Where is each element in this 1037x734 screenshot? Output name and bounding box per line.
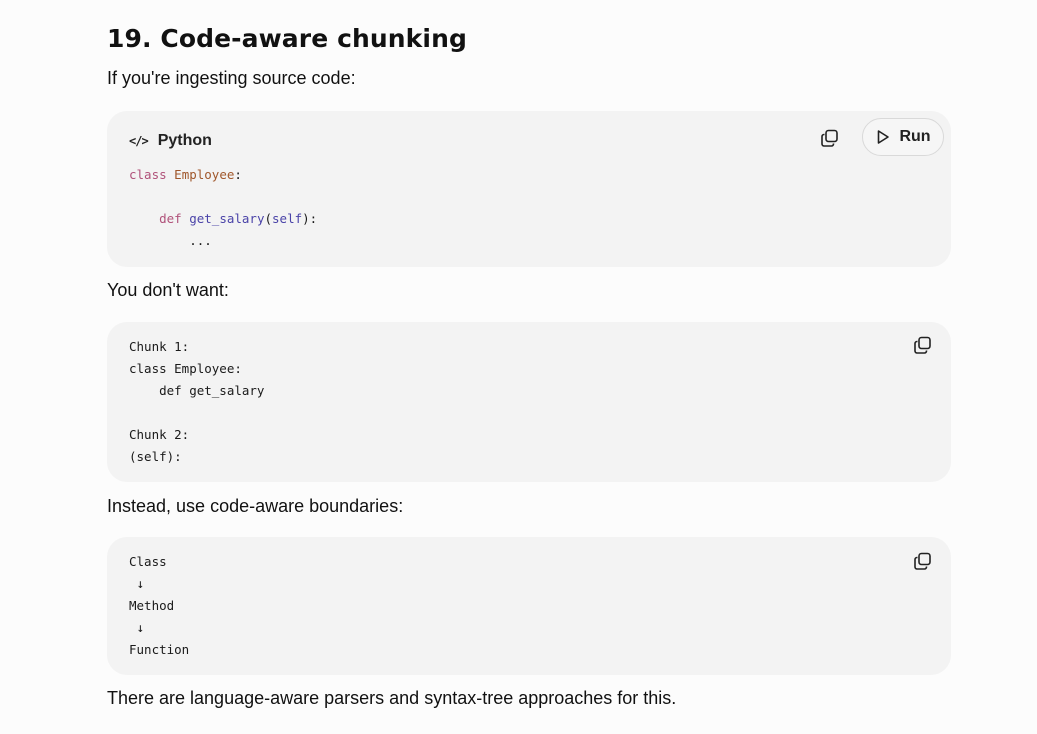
- copy-icon: [914, 552, 931, 570]
- python-code-block: </> Python Run class Employee: def get_s…: [107, 111, 951, 267]
- copy-code-button[interactable]: [912, 334, 934, 356]
- code-token: (: [264, 211, 273, 226]
- code-token: ):: [302, 211, 318, 226]
- run-label: Run: [899, 128, 931, 145]
- code-language-header: </> Python: [129, 129, 212, 153]
- code-icon: </>: [129, 134, 149, 148]
- code-token: :: [234, 167, 242, 182]
- intro-text: If you're ingesting source code:: [107, 68, 356, 88]
- python-code: class Employee: def get_salary(self): ..…: [129, 164, 317, 252]
- play-icon: [878, 130, 890, 144]
- code-token: ...: [189, 233, 212, 248]
- outro-text: There are language-aware parsers and syn…: [107, 688, 677, 708]
- code-token: class: [129, 167, 167, 182]
- boundaries-code-block: Class ↓ Method ↓ Function: [107, 537, 951, 675]
- code-token: def: [159, 211, 182, 226]
- code-token: Employee: [174, 167, 235, 182]
- section-heading: 19. Code-aware chunking: [107, 24, 467, 53]
- chunk-example-code: Chunk 1: class Employee: def get_salary …: [129, 339, 265, 464]
- copy-code-button[interactable]: [912, 550, 934, 572]
- instead-text: Instead, use code-aware boundaries:: [107, 496, 404, 516]
- code-language-label: Python: [157, 132, 212, 149]
- copy-code-button[interactable]: [819, 127, 841, 149]
- copy-icon: [914, 336, 931, 354]
- boundaries-code: Class ↓ Method ↓ Function: [129, 554, 190, 657]
- chunk-example-code-block: Chunk 1: class Employee: def get_salary …: [107, 322, 951, 482]
- code-token: self: [272, 211, 303, 226]
- run-code-button[interactable]: Run: [862, 118, 944, 156]
- dont-want-text: You don't want:: [107, 280, 229, 300]
- code-token: get_salary: [189, 211, 265, 226]
- copy-icon: [821, 129, 838, 147]
